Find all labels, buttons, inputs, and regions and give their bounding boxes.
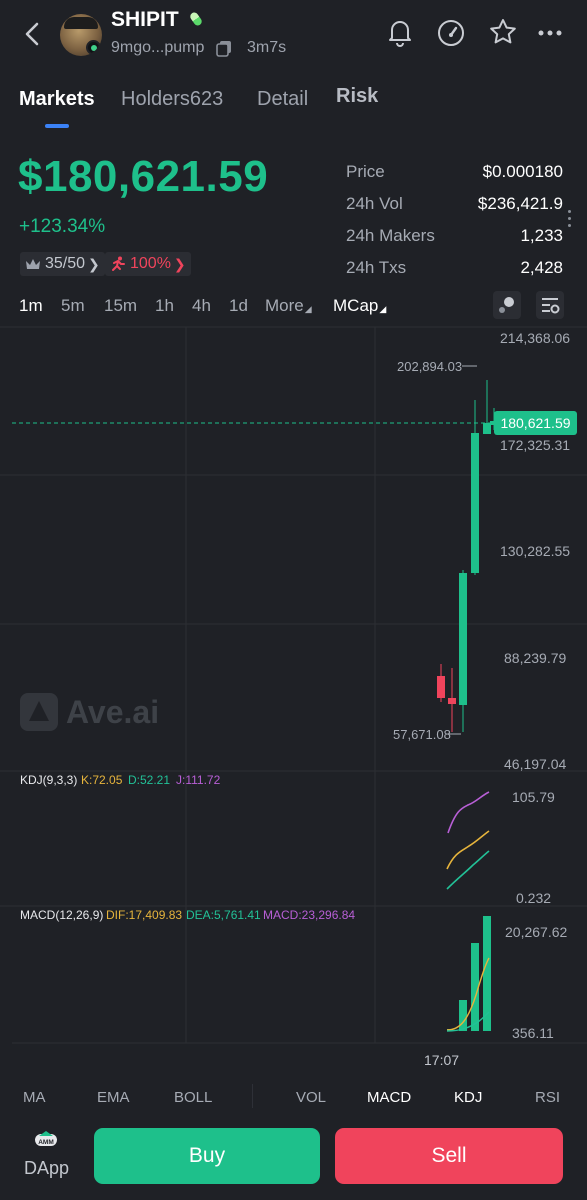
indicator-tabs: MA EMA BOLL VOL MACD KDJ RSI: [0, 1080, 587, 1112]
macd-title: MACD(12,26,9): [20, 908, 104, 922]
indicator-macd[interactable]: MACD: [367, 1089, 411, 1106]
indicator-ema[interactable]: EMA: [97, 1089, 130, 1106]
indicator-ma[interactable]: MA: [23, 1089, 46, 1106]
indicator-vol[interactable]: VOL: [296, 1089, 326, 1106]
indicator-rsi[interactable]: RSI: [535, 1089, 560, 1106]
y-axis-label: 214,368.06: [500, 330, 571, 346]
macd-dea-value: DEA:5,761.41: [186, 908, 261, 922]
y-axis-label: 88,239.79: [504, 650, 567, 666]
kdj-d-value: D:52.21: [128, 773, 171, 787]
watermark-text: Ave.ai: [66, 693, 160, 730]
indicator-divider: [252, 1084, 253, 1108]
dapp-label: DApp: [24, 1158, 70, 1178]
dapp-button[interactable]: AMM DApp: [22, 1124, 72, 1184]
high-price-label: 202,894.03: [397, 359, 463, 374]
indicator-kdj[interactable]: KDJ: [454, 1089, 482, 1106]
kdj-k-value: K:72.05: [81, 773, 123, 787]
y-axis-label: 130,282.55: [500, 543, 571, 559]
time-axis-label: 17:07: [424, 1052, 460, 1068]
candle: [437, 676, 445, 698]
sell-button[interactable]: Sell: [335, 1128, 563, 1184]
macd-dif-value: DIF:17,409.83: [106, 908, 183, 922]
candle: [459, 573, 467, 705]
macd-axis-min: 356.11: [512, 1025, 554, 1041]
current-price-tag: 180,621.59: [494, 411, 577, 435]
macd-lines: [446, 957, 490, 1032]
kdj-axis-max: 105.79: [512, 789, 555, 805]
buy-button[interactable]: Buy: [94, 1128, 320, 1184]
candlesticks: [437, 380, 496, 732]
kdj-title: KDJ(9,3,3): [20, 773, 78, 787]
ave-logo-icon: [20, 693, 58, 731]
amm-badge-text: AMM: [38, 1139, 54, 1146]
candle: [448, 698, 456, 704]
ave-logo-watermark: Ave.ai: [20, 693, 159, 731]
kdj-j-value: J:111.72: [176, 773, 221, 787]
candle: [483, 423, 491, 434]
y-axis-label: 172,325.31: [500, 437, 571, 453]
macd-hist-value: MACD:23,296.84: [263, 908, 356, 922]
y-axis-label: 46,197.04: [504, 756, 567, 772]
macd-axis-max: 20,267.62: [505, 924, 568, 940]
indicator-boll[interactable]: BOLL: [174, 1089, 212, 1106]
candle: [471, 433, 479, 573]
kdj-lines: [446, 791, 490, 890]
kdj-axis-min: 0.232: [516, 890, 552, 906]
amm-icon: AMM: [35, 1131, 57, 1146]
low-price-label: 57,671.08: [393, 727, 451, 742]
